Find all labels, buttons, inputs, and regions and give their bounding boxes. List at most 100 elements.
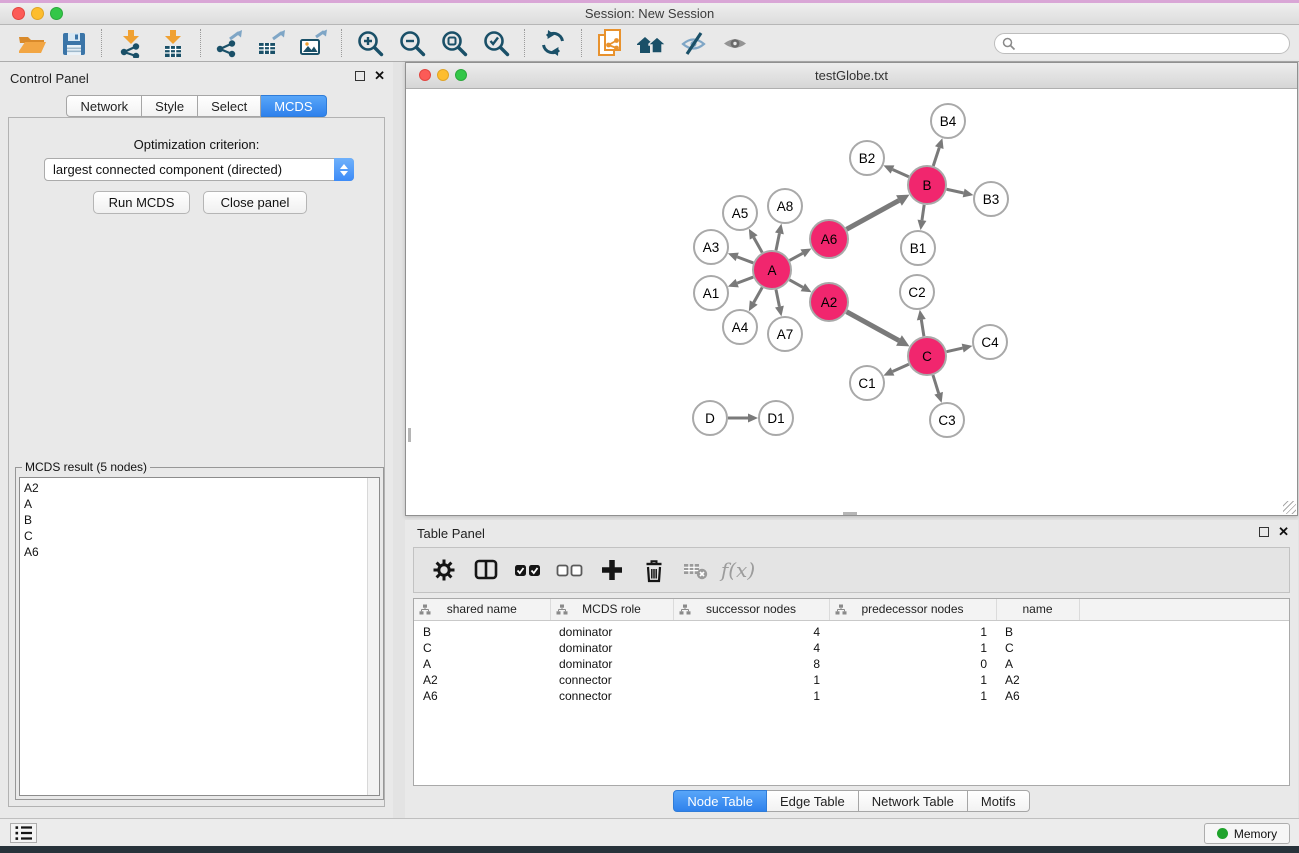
mcds-result-item[interactable]: B <box>24 512 379 528</box>
search-input[interactable] <box>1020 35 1289 52</box>
graph-edge-A-A6[interactable] <box>790 253 803 260</box>
zoom-selected-icon[interactable] <box>475 27 517 59</box>
new-network-document-icon[interactable] <box>589 27 631 59</box>
tab-style[interactable]: Style <box>142 95 198 117</box>
delete-icon[interactable] <box>636 553 672 587</box>
column-header-name[interactable]: name <box>996 599 1079 620</box>
column-header-shared-name[interactable]: shared name <box>414 599 550 620</box>
graph-edge-arrowhead <box>962 344 973 353</box>
column-header-predecessor-nodes[interactable]: predecessor nodes <box>829 599 996 620</box>
graph-edge-arrowhead <box>775 306 784 317</box>
import-table-icon[interactable] <box>151 27 193 59</box>
optimization-dropdown[interactable]: largest connected component (directed) <box>44 158 354 181</box>
columns-icon[interactable] <box>468 553 504 587</box>
table-row[interactable]: Adominator80A <box>414 656 1289 672</box>
mcds-result-item[interactable]: A2 <box>24 480 379 496</box>
control-panel-title: Control Panel <box>10 71 89 86</box>
tab-node-table[interactable]: Node Table <box>673 790 767 812</box>
open-folder-icon[interactable] <box>10 27 52 59</box>
graph-edge-C-C2[interactable] <box>921 320 924 337</box>
save-icon[interactable] <box>52 27 94 59</box>
run-mcds-button[interactable]: Run MCDS <box>93 191 190 214</box>
graph-edge-arrowhead <box>775 224 784 235</box>
import-network-icon[interactable] <box>109 27 151 59</box>
graph-edge-arrowhead <box>748 414 758 423</box>
column-header-successor-nodes[interactable]: successor nodes <box>673 599 829 620</box>
refresh-layout-icon[interactable] <box>532 27 574 59</box>
graph-node-label: A <box>767 263 776 278</box>
control-panel-tabs: NetworkStyleSelectMCDS <box>0 95 393 117</box>
close-window-button[interactable] <box>12 7 25 20</box>
minimize-view-button[interactable] <box>437 69 449 81</box>
export-image-icon[interactable] <box>292 27 334 59</box>
zoom-fit-icon[interactable] <box>433 27 475 59</box>
graph-edge-B-B3[interactable] <box>947 189 964 193</box>
zoom-window-button[interactable] <box>50 7 63 20</box>
float-panel-icon[interactable] <box>355 71 365 81</box>
close-view-button[interactable] <box>419 69 431 81</box>
graph-edge-A-A1[interactable] <box>737 277 753 283</box>
table-row[interactable]: A6connector11A6 <box>414 688 1289 704</box>
tab-edge-table[interactable]: Edge Table <box>767 790 859 812</box>
tab-mcds[interactable]: MCDS <box>261 95 326 117</box>
graph-node-label: C2 <box>908 285 925 300</box>
deselect-all-checkboxes-icon[interactable] <box>552 553 588 587</box>
graph-edge-A-A3[interactable] <box>737 257 753 263</box>
table-row[interactable]: A2connector11A2 <box>414 672 1289 688</box>
eye-slash-icon[interactable] <box>673 27 715 59</box>
export-table-icon[interactable] <box>250 27 292 59</box>
minimize-window-button[interactable] <box>31 7 44 20</box>
graph-edge-C-C1[interactable] <box>893 364 909 371</box>
float-panel-icon[interactable] <box>1259 527 1269 537</box>
graph-edge-A-A2[interactable] <box>789 280 802 288</box>
tab-network[interactable]: Network <box>66 95 142 117</box>
graph-node-label: A2 <box>821 295 838 310</box>
graph-edge-B-B2[interactable] <box>893 169 909 176</box>
home-icon[interactable] <box>631 27 673 59</box>
delete-table-icon[interactable] <box>678 553 714 587</box>
mcds-result-item[interactable]: A6 <box>24 544 379 560</box>
add-icon[interactable] <box>594 553 630 587</box>
zoom-out-icon[interactable] <box>391 27 433 59</box>
window-resize-grip[interactable] <box>1283 501 1296 514</box>
graph-edge-C-C3[interactable] <box>933 375 939 393</box>
table-toolbar: f(x) <box>413 547 1290 593</box>
graph-edge-A6-B[interactable] <box>847 200 899 229</box>
table-row[interactable]: Cdominator41C <box>414 640 1289 656</box>
graph-edge-A2-C[interactable] <box>847 312 899 341</box>
tab-select[interactable]: Select <box>198 95 261 117</box>
close-panel-icon[interactable]: ✕ <box>1278 527 1289 537</box>
tab-network-table[interactable]: Network Table <box>859 790 968 812</box>
mcds-result-group: MCDS result (5 nodes) A2ABCA6 <box>15 460 384 800</box>
eye-icon[interactable] <box>715 27 757 59</box>
task-history-button[interactable] <box>10 823 37 843</box>
mcds-list-scrollbar[interactable] <box>367 478 379 795</box>
table-row[interactable]: Bdominator41B <box>414 620 1289 640</box>
tab-motifs[interactable]: Motifs <box>968 790 1030 812</box>
export-network-icon[interactable] <box>208 27 250 59</box>
mcds-result-item[interactable]: A <box>24 496 379 512</box>
settings-gear-icon[interactable] <box>426 553 462 587</box>
column-header-MCDS-role[interactable]: MCDS role <box>550 599 673 620</box>
close-panel-button[interactable]: Close panel <box>203 191 307 214</box>
graph-edge-A-A7[interactable] <box>776 290 779 307</box>
graph-edge-B-B1[interactable] <box>922 205 924 220</box>
graph-edge-A-A5[interactable] <box>754 237 763 252</box>
select-all-checkboxes-icon[interactable] <box>510 553 546 587</box>
network-canvas[interactable]: B4B2BB3A5A8A6B1A3AA1C2A2A4A7C4CC1C3DD1 <box>406 89 1297 515</box>
function-builder-icon[interactable]: f(x) <box>720 553 756 587</box>
mcds-panel: Optimization criterion: largest connecte… <box>8 117 385 807</box>
zoom-view-button[interactable] <box>455 69 467 81</box>
graph-edge-A-A4[interactable] <box>754 287 763 302</box>
mcds-result-item[interactable]: C <box>24 528 379 544</box>
network-window-titlebar: testGlobe.txt <box>406 63 1297 89</box>
memory-button[interactable]: Memory <box>1204 823 1290 844</box>
graph-edge-A-A8[interactable] <box>776 233 779 250</box>
zoom-in-icon[interactable] <box>349 27 391 59</box>
graph-node-label: A3 <box>703 240 720 255</box>
graph-node-label: B4 <box>940 114 957 129</box>
graph-edge-C-C4[interactable] <box>947 348 963 352</box>
search-icon <box>1002 37 1016 51</box>
close-panel-icon[interactable]: ✕ <box>374 71 385 81</box>
graph-edge-B-B4[interactable] <box>933 148 939 166</box>
